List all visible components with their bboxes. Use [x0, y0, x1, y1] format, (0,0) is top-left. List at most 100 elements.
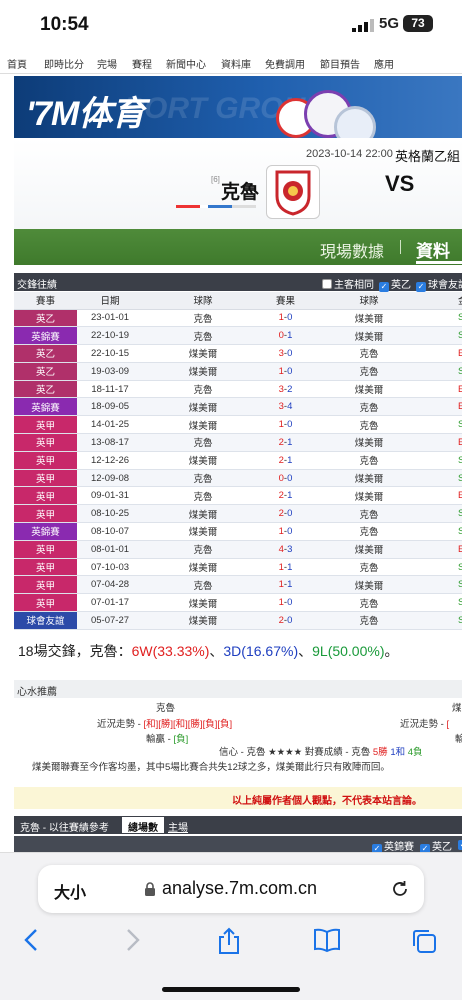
home-team-name[interactable]: 克魯 [221, 177, 259, 204]
score-cell[interactable]: 1-0 [263, 593, 308, 613]
home-team-cell[interactable]: 克魯 [143, 380, 263, 399]
text-size-button[interactable]: 大小 [54, 879, 86, 903]
competition-badge[interactable]: 英甲 [14, 558, 77, 577]
away-team-cell[interactable]: 克魯 [308, 415, 430, 435]
competition-badge[interactable]: 英錦賽 [14, 397, 77, 417]
filter-league-two[interactable]: ✓ 英乙 [379, 276, 411, 292]
score-cell[interactable]: 2-1 [263, 486, 308, 506]
nav-tv-guide[interactable]: 節目預告 [320, 56, 360, 71]
score-cell[interactable]: 1-1 [263, 558, 308, 577]
home-team-cell[interactable]: 克魯 [143, 433, 263, 452]
competition-badge[interactable]: 英乙 [14, 309, 77, 328]
competition-badge[interactable]: 英甲 [14, 575, 77, 595]
score-cell[interactable]: 1-0 [263, 362, 308, 381]
away-team-cell[interactable]: 克魯 [308, 362, 430, 381]
tab-live-data[interactable]: 現場數據 [320, 238, 384, 262]
competition-badge[interactable]: 英甲 [14, 469, 77, 488]
score-cell[interactable]: 3-2 [263, 380, 308, 399]
site-logo[interactable]: '7M体育 [26, 86, 145, 135]
competition-badge[interactable]: 英甲 [14, 433, 77, 452]
away-team-cell[interactable]: 煤美爾 [308, 309, 430, 328]
score-cell[interactable]: 4-3 [263, 540, 308, 559]
competition-badge[interactable]: 英錦賽 [14, 522, 77, 541]
score-cell[interactable]: 2-0 [263, 611, 308, 630]
away-team-cell[interactable]: 克魯 [308, 344, 430, 363]
competition-badge[interactable]: 英甲 [14, 451, 77, 470]
away-team-cell[interactable]: 煤美爾 [308, 380, 430, 399]
nav-home[interactable]: 首頁 [7, 56, 27, 71]
away-team-cell[interactable]: 克魯 [308, 611, 430, 630]
away-team-cell[interactable]: 克魯 [308, 451, 430, 470]
away-team-cell[interactable]: 煤美爾 [308, 575, 430, 595]
forward-icon[interactable] [122, 927, 142, 953]
bookmarks-icon[interactable] [312, 927, 342, 953]
nav-news[interactable]: 新聞中心 [166, 56, 206, 71]
url-text[interactable]: analyse.7m.com.cn [162, 878, 317, 899]
home-team-cell[interactable]: 煤美爾 [143, 415, 263, 435]
competition-badge[interactable]: 英甲 [14, 540, 77, 559]
competition-badge[interactable]: 英甲 [14, 486, 77, 506]
score-cell[interactable]: 1-0 [263, 309, 308, 328]
nav-fixtures[interactable]: 賽程 [132, 56, 152, 71]
away-team-cell[interactable]: 克魯 [308, 558, 430, 577]
home-team-cell[interactable]: 煤美爾 [143, 593, 263, 613]
home-team-cell[interactable]: 克魯 [143, 486, 263, 506]
back-icon[interactable] [22, 927, 42, 953]
home-team-cell[interactable]: 煤美爾 [143, 344, 263, 363]
address-bar[interactable]: 大小 analyse.7m.com.cn [38, 865, 424, 913]
tab-overall[interactable]: 總場數 [122, 817, 164, 834]
competition-badge[interactable]: 英錦賽 [14, 326, 77, 346]
score-cell[interactable]: 2-1 [263, 433, 308, 452]
tab-home[interactable]: 主場 [162, 817, 194, 834]
competition-badge[interactable]: 球會友誼 [14, 611, 77, 630]
nav-finished[interactable]: 完場 [97, 56, 117, 71]
competition-badge[interactable]: 英甲 [14, 593, 77, 613]
competition-badge[interactable]: 英甲 [14, 415, 77, 435]
home-team-cell[interactable]: 克魯 [143, 326, 263, 346]
away-team-cell[interactable]: 克魯 [308, 397, 430, 417]
competition-badge[interactable]: 英乙 [14, 362, 77, 381]
home-team-cell[interactable]: 煤美爾 [143, 522, 263, 541]
away-team-cell[interactable]: 煤美爾 [308, 486, 430, 506]
home-team-cell[interactable]: 克魯 [143, 575, 263, 595]
checkbox-checked-icon[interactable]: ✓ [416, 282, 426, 292]
score-cell[interactable]: 1-0 [263, 522, 308, 541]
away-team-cell[interactable]: 煤美爾 [308, 326, 430, 346]
home-team-cell[interactable]: 克魯 [143, 469, 263, 488]
score-cell[interactable]: 1-1 [263, 575, 308, 595]
away-team-cell[interactable]: 煤美爾 [308, 540, 430, 559]
filter-same-venue[interactable]: 主客相同 [322, 276, 374, 291]
home-team-cell[interactable]: 克魯 [143, 540, 263, 559]
score-cell[interactable]: 1-0 [263, 415, 308, 435]
checkbox-unchecked-icon[interactable] [322, 279, 332, 289]
score-cell[interactable]: 2-1 [263, 451, 308, 470]
home-team-cell[interactable]: 煤美爾 [143, 504, 263, 524]
away-team-cell[interactable]: 克魯 [308, 593, 430, 613]
home-team-cell[interactable]: 煤美爾 [143, 362, 263, 381]
away-team-cell[interactable]: 克魯 [308, 504, 430, 524]
away-team-cell[interactable]: 煤美爾 [308, 469, 430, 488]
home-team-cell[interactable]: 煤美爾 [143, 611, 263, 630]
home-team-cell[interactable]: 克魯 [143, 309, 263, 328]
share-icon[interactable] [216, 927, 242, 955]
home-team-cell[interactable]: 煤美爾 [143, 397, 263, 417]
away-team-cell[interactable]: 克魯 [308, 522, 430, 541]
nav-free-api[interactable]: 免費調用 [265, 56, 305, 71]
checkbox-checked-icon[interactable]: ✓ [379, 282, 389, 292]
filter-friendly[interactable]: ✓球會友誼 [416, 276, 462, 292]
nav-apps[interactable]: 應用 [374, 56, 394, 71]
nav-database[interactable]: 資料庫 [221, 56, 251, 71]
competition-badge[interactable]: 英甲 [14, 504, 77, 524]
tabs-icon[interactable] [410, 927, 438, 955]
score-cell[interactable]: 2-0 [263, 504, 308, 524]
score-cell[interactable]: 0-1 [263, 326, 308, 346]
checkbox-checked-icon[interactable]: ✓ [458, 840, 462, 850]
home-team-cell[interactable]: 煤美爾 [143, 451, 263, 470]
score-cell[interactable]: 0-0 [263, 469, 308, 488]
competition-badge[interactable]: 英乙 [14, 380, 77, 399]
away-team-cell[interactable]: 煤美爾 [308, 433, 430, 452]
nav-live[interactable]: 即時比分 [44, 56, 84, 71]
score-cell[interactable]: 3-4 [263, 397, 308, 417]
competition-badge[interactable]: 英乙 [14, 344, 77, 363]
score-cell[interactable]: 3-0 [263, 344, 308, 363]
